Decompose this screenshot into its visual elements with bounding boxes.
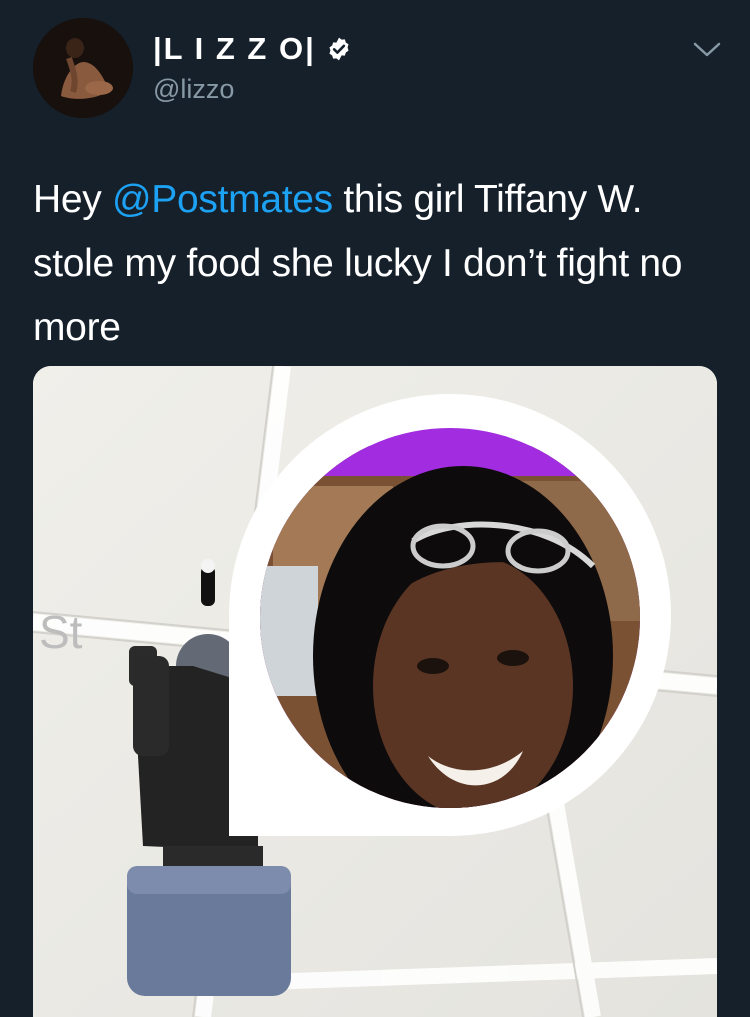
tweet: |L I Z Z O| @lizzo Hey @Postmates this g… [0,0,750,1017]
user-avatar[interactable] [33,18,133,118]
mention-link[interactable]: @Postmates [112,178,333,221]
map-screenshot: St [33,366,717,1017]
sign-text: St [39,606,83,658]
tweet-text: Hey @Postmates this girl Tiffany W. stol… [33,168,723,360]
avatar-photo [33,18,133,118]
display-name-text: |L I Z Z O| [153,31,316,66]
tweet-media-image[interactable]: St [33,366,717,1017]
tweet-text-before: Hey [33,178,112,221]
chevron-down-icon[interactable] [690,38,724,60]
display-name[interactable]: |L I Z Z O| [153,31,352,67]
verified-badge-icon [329,37,349,61]
user-handle[interactable]: @lizzo [153,74,234,105]
